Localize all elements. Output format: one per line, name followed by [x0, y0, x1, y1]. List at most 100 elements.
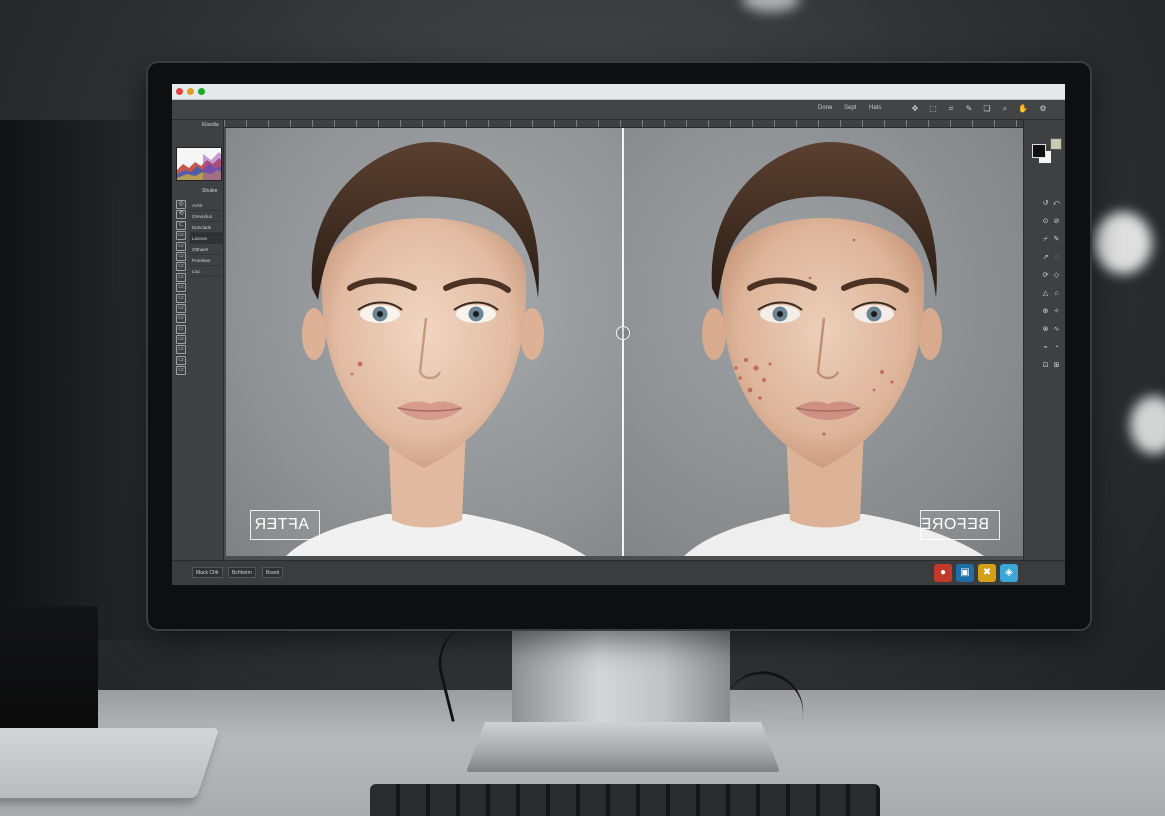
options-bar: Done Sept Hats ✥ ⬚ ⌗ ✎ ❏ ⌕ ✋ ⚙ — [172, 100, 1065, 120]
tool-icon[interactable]: ▭ — [176, 314, 186, 324]
crop-icon[interactable]: ⌗ — [946, 104, 956, 114]
tool-icon[interactable]: ✎ — [1051, 235, 1062, 244]
document-tab[interactable]: Bchhetrn — [228, 567, 257, 578]
left-panel: Eluedia Shulee ◎ ⟲ ⊂ ▭ ▭ ▭ ▭ ▭ ▭ ▭ ▭ ▭ ▭… — [172, 120, 224, 560]
panel-tab[interactable]: Shulee — [202, 188, 218, 194]
layer-row[interactable]: Liuc — [190, 266, 224, 277]
tool-icon[interactable]: ✧ — [1051, 307, 1062, 316]
tool-icon[interactable]: ◌ — [1051, 253, 1062, 262]
options-item[interactable]: Done — [818, 105, 832, 111]
tool-icon[interactable]: ⌂ — [1051, 289, 1062, 298]
tool-icon[interactable]: ⊡ — [1040, 361, 1051, 370]
tool-icon[interactable]: ▭ — [176, 231, 186, 241]
monitor-stand — [512, 628, 730, 736]
options-item[interactable]: Hats — [869, 105, 881, 111]
record-icon[interactable]: ● — [934, 564, 952, 582]
tools-icon[interactable]: ✖ — [978, 564, 996, 582]
speaker — [0, 606, 98, 736]
comparison-divider[interactable] — [622, 128, 624, 556]
tool-icon[interactable]: ⊙ — [1040, 217, 1051, 226]
tool-icon[interactable]: ⊂ — [176, 220, 186, 230]
tool-icon[interactable]: ⌿ — [1040, 235, 1051, 244]
tablet — [0, 728, 220, 798]
tool-icon[interactable]: ◔ — [1051, 343, 1062, 352]
tool-column: ◎ ⟲ ⊂ ▭ ▭ ▭ ▭ ▭ ▭ ▭ ▭ ▭ ▭ ▭ ▭ ▭ ▭ — [176, 200, 188, 377]
foreground-color-swatch[interactable] — [1032, 144, 1046, 158]
bokeh-light — [1130, 396, 1165, 454]
tool-icon[interactable]: ⟳ — [1040, 271, 1051, 280]
tool-icon[interactable]: ▭ — [176, 335, 186, 345]
status-bar: Mack Chtt Bchhetrn Brand ● ▣ ✖ ◈ — [172, 560, 1065, 585]
close-icon[interactable] — [176, 88, 183, 95]
options-item[interactable]: Sept — [844, 105, 856, 111]
tool-icon[interactable]: ▭ — [176, 283, 186, 293]
tool-icon[interactable]: ▭ — [176, 324, 186, 334]
brush-icon[interactable]: ✎ — [964, 104, 974, 114]
search-icon[interactable]: ⌕ — [1000, 104, 1010, 114]
finder-icon[interactable]: ▣ — [956, 564, 974, 582]
tool-icon[interactable]: ▭ — [176, 241, 186, 251]
document-tab[interactable]: Brand — [262, 567, 284, 578]
tool-icon[interactable]: ▭ — [176, 293, 186, 303]
tool-icon[interactable]: ⊞ — [1051, 361, 1062, 370]
layer-list: Achit Grevndun Dunclads Lazeun Otthaeh P… — [190, 200, 224, 277]
tool-icon[interactable]: ⊘ — [1051, 217, 1062, 226]
after-label-text: AFTER — [254, 516, 309, 533]
shield-icon[interactable]: ◈ — [1000, 564, 1018, 582]
tool-icon[interactable]: ◎ — [176, 200, 186, 209]
before-image: BEFORE — [624, 128, 1023, 556]
ceiling-light — [742, 0, 800, 12]
tool-icon[interactable]: ⊗ — [1040, 325, 1051, 334]
ruler-ticks — [224, 120, 1024, 127]
histogram-panel — [176, 147, 222, 181]
divider-handle[interactable] — [616, 326, 630, 340]
tool-icon[interactable]: ⊕ — [1040, 307, 1051, 316]
tool-icon[interactable]: ↗ — [1040, 253, 1051, 262]
layer-row[interactable]: Grevndun — [190, 211, 224, 222]
tool-icon[interactable]: ▭ — [176, 272, 186, 282]
document-tab[interactable]: Mack Chtt — [192, 567, 223, 578]
tool-icon[interactable]: ⟲ — [176, 210, 186, 220]
tool-icon[interactable]: △ — [1040, 289, 1051, 298]
layer-row[interactable]: Achit — [190, 200, 224, 211]
tool-icon[interactable]: ▭ — [176, 345, 186, 355]
panel-tab[interactable]: Eluedia — [202, 122, 219, 128]
settings-icon[interactable]: ⚙ — [1038, 104, 1048, 114]
layers-icon[interactable]: ❏ — [982, 104, 992, 114]
right-tool-column: ↺ ⤺ ⊙ ⊘ ⌿ ✎ ↗ ◌ ⟳ ◇ △ ⌂ ⊕ ✧ ⊗ ∿ ⌁ ◔ ⊡ ⊞ — [1040, 192, 1064, 372]
horizontal-ruler — [224, 120, 1024, 128]
before-label-text: BEFORE — [920, 516, 989, 533]
minimize-icon[interactable] — [187, 88, 194, 95]
zoom-icon[interactable] — [198, 88, 205, 95]
tool-icon[interactable]: ▭ — [176, 355, 186, 365]
window-titlebar — [172, 84, 1065, 100]
after-image: AFTER — [226, 128, 622, 556]
tool-icon[interactable]: ∿ — [1051, 325, 1062, 334]
right-panel: ↺ ⤺ ⊙ ⊘ ⌿ ✎ ↗ ◌ ⟳ ◇ △ ⌂ ⊕ ✧ ⊗ ∿ ⌁ ◔ ⊡ ⊞ — [1023, 120, 1065, 560]
window-controls — [176, 88, 205, 95]
image-canvas[interactable]: AFTER BEFORE — [226, 128, 1023, 556]
background-shadow — [0, 120, 160, 640]
swatch-extra[interactable] — [1050, 138, 1062, 150]
tool-icon[interactable]: ⌁ — [1040, 343, 1051, 352]
layer-row[interactable]: Purelean — [190, 255, 224, 266]
after-label: AFTER — [250, 510, 320, 540]
tool-icon[interactable]: ▭ — [176, 303, 186, 313]
tool-icon[interactable]: ⤺ — [1051, 199, 1062, 208]
layer-row[interactable]: Dunclads — [190, 222, 224, 233]
tool-icon[interactable]: ▭ — [176, 262, 186, 272]
monitor-screen: Done Sept Hats ✥ ⬚ ⌗ ✎ ❏ ⌕ ✋ ⚙ Eluedia S… — [172, 84, 1065, 585]
before-label: BEFORE — [920, 510, 1000, 540]
tool-icon[interactable]: ▭ — [176, 366, 186, 376]
portrait-after — [286, 142, 586, 556]
move-icon[interactable]: ✥ — [910, 104, 920, 114]
hand-icon[interactable]: ✋ — [1018, 104, 1028, 114]
bokeh-light — [1094, 212, 1152, 274]
select-icon[interactable]: ⬚ — [928, 104, 938, 114]
keyboard — [370, 784, 880, 816]
tool-icon[interactable]: ◇ — [1051, 271, 1062, 280]
layer-row[interactable]: Otthaeh — [190, 244, 224, 255]
tool-icon[interactable]: ▭ — [176, 251, 186, 261]
lasso-icon[interactable]: ↺ — [1040, 199, 1051, 208]
layer-row[interactable]: Lazeun — [190, 233, 224, 244]
